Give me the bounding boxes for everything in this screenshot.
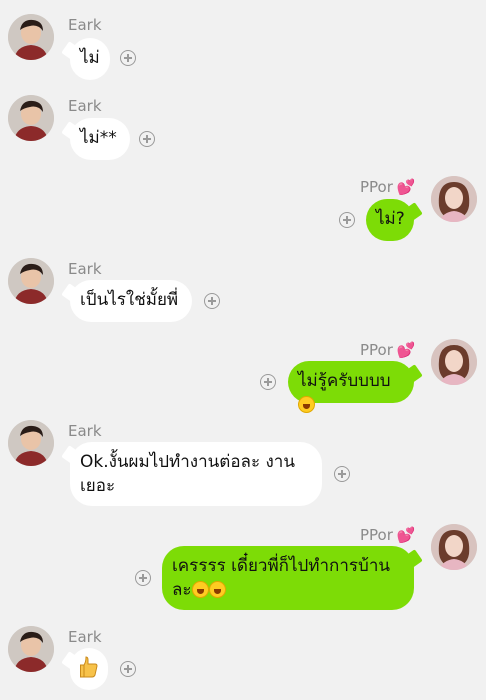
grinning-sweat-emoji bbox=[208, 581, 226, 598]
add-reaction-icon[interactable] bbox=[120, 50, 136, 66]
message-bubble[interactable]: ไม่รู้ครับบบบ bbox=[288, 361, 414, 413]
message-text-line: ละ bbox=[172, 578, 404, 602]
message-text: ไม่** bbox=[80, 128, 117, 148]
message-bubble[interactable]: เป็นไรใช่มั้ยพี่ bbox=[70, 280, 192, 322]
message-text: ไม่ bbox=[80, 48, 100, 68]
avatar-eark[interactable] bbox=[8, 258, 54, 304]
sender-name: PPor 💕 bbox=[360, 526, 416, 544]
add-reaction-icon[interactable] bbox=[120, 661, 136, 677]
message-bubble[interactable]: ไม่ bbox=[70, 38, 110, 80]
message-bubble[interactable]: ไม่** bbox=[70, 118, 130, 160]
heart-icon: 💕 bbox=[396, 178, 416, 196]
message-text: ไม่รู้ครับบบบ bbox=[298, 371, 391, 391]
sender-name: Eark bbox=[68, 16, 102, 34]
avatar-ppor[interactable] bbox=[431, 524, 477, 570]
avatar-eark[interactable] bbox=[8, 95, 54, 141]
avatar-eark[interactable] bbox=[8, 14, 54, 60]
add-reaction-icon[interactable] bbox=[135, 570, 151, 586]
laughing-emoji bbox=[191, 581, 209, 598]
message-bubble[interactable]: Ok.งั้นผมไปทำงานต่อละ งาน เยอะ bbox=[70, 442, 322, 506]
add-reaction-icon[interactable] bbox=[334, 466, 350, 482]
message-text-line: Ok.งั้นผมไปทำงานต่อละ งาน bbox=[80, 452, 295, 472]
sender-name: Eark bbox=[68, 260, 102, 278]
sender-name: PPor 💕 bbox=[360, 178, 416, 196]
sender-name: Eark bbox=[68, 97, 102, 115]
avatar-ppor[interactable] bbox=[431, 176, 477, 222]
message-bubble[interactable]: เครรรร เดี๋ยวพี่ก็ไปทำการบ้าน ละ bbox=[162, 546, 414, 610]
message-text-line: เยอะ bbox=[80, 476, 116, 496]
message-bubble[interactable]: ไม่? bbox=[366, 199, 414, 241]
add-reaction-icon[interactable] bbox=[139, 131, 155, 147]
sender-name: Eark bbox=[68, 628, 102, 646]
add-reaction-icon[interactable] bbox=[339, 212, 355, 228]
avatar-eark[interactable] bbox=[8, 626, 54, 672]
sender-name: PPor 💕 bbox=[360, 341, 416, 359]
heart-icon: 💕 bbox=[396, 341, 416, 359]
add-reaction-icon[interactable] bbox=[204, 293, 220, 309]
grinning-sweat-emoji bbox=[298, 396, 315, 413]
avatar-eark[interactable] bbox=[8, 420, 54, 466]
message-text: ไม่? bbox=[376, 209, 405, 229]
thumbs-up-emoji bbox=[80, 656, 98, 678]
message-text-line: เครรรร เดี๋ยวพี่ก็ไปทำการบ้าน bbox=[172, 556, 390, 576]
sender-name: Eark bbox=[68, 422, 102, 440]
message-bubble[interactable] bbox=[70, 648, 108, 690]
message-text: เป็นไรใช่มั้ยพี่ bbox=[80, 290, 179, 310]
heart-icon: 💕 bbox=[396, 526, 416, 544]
add-reaction-icon[interactable] bbox=[260, 374, 276, 390]
avatar-ppor[interactable] bbox=[431, 339, 477, 385]
